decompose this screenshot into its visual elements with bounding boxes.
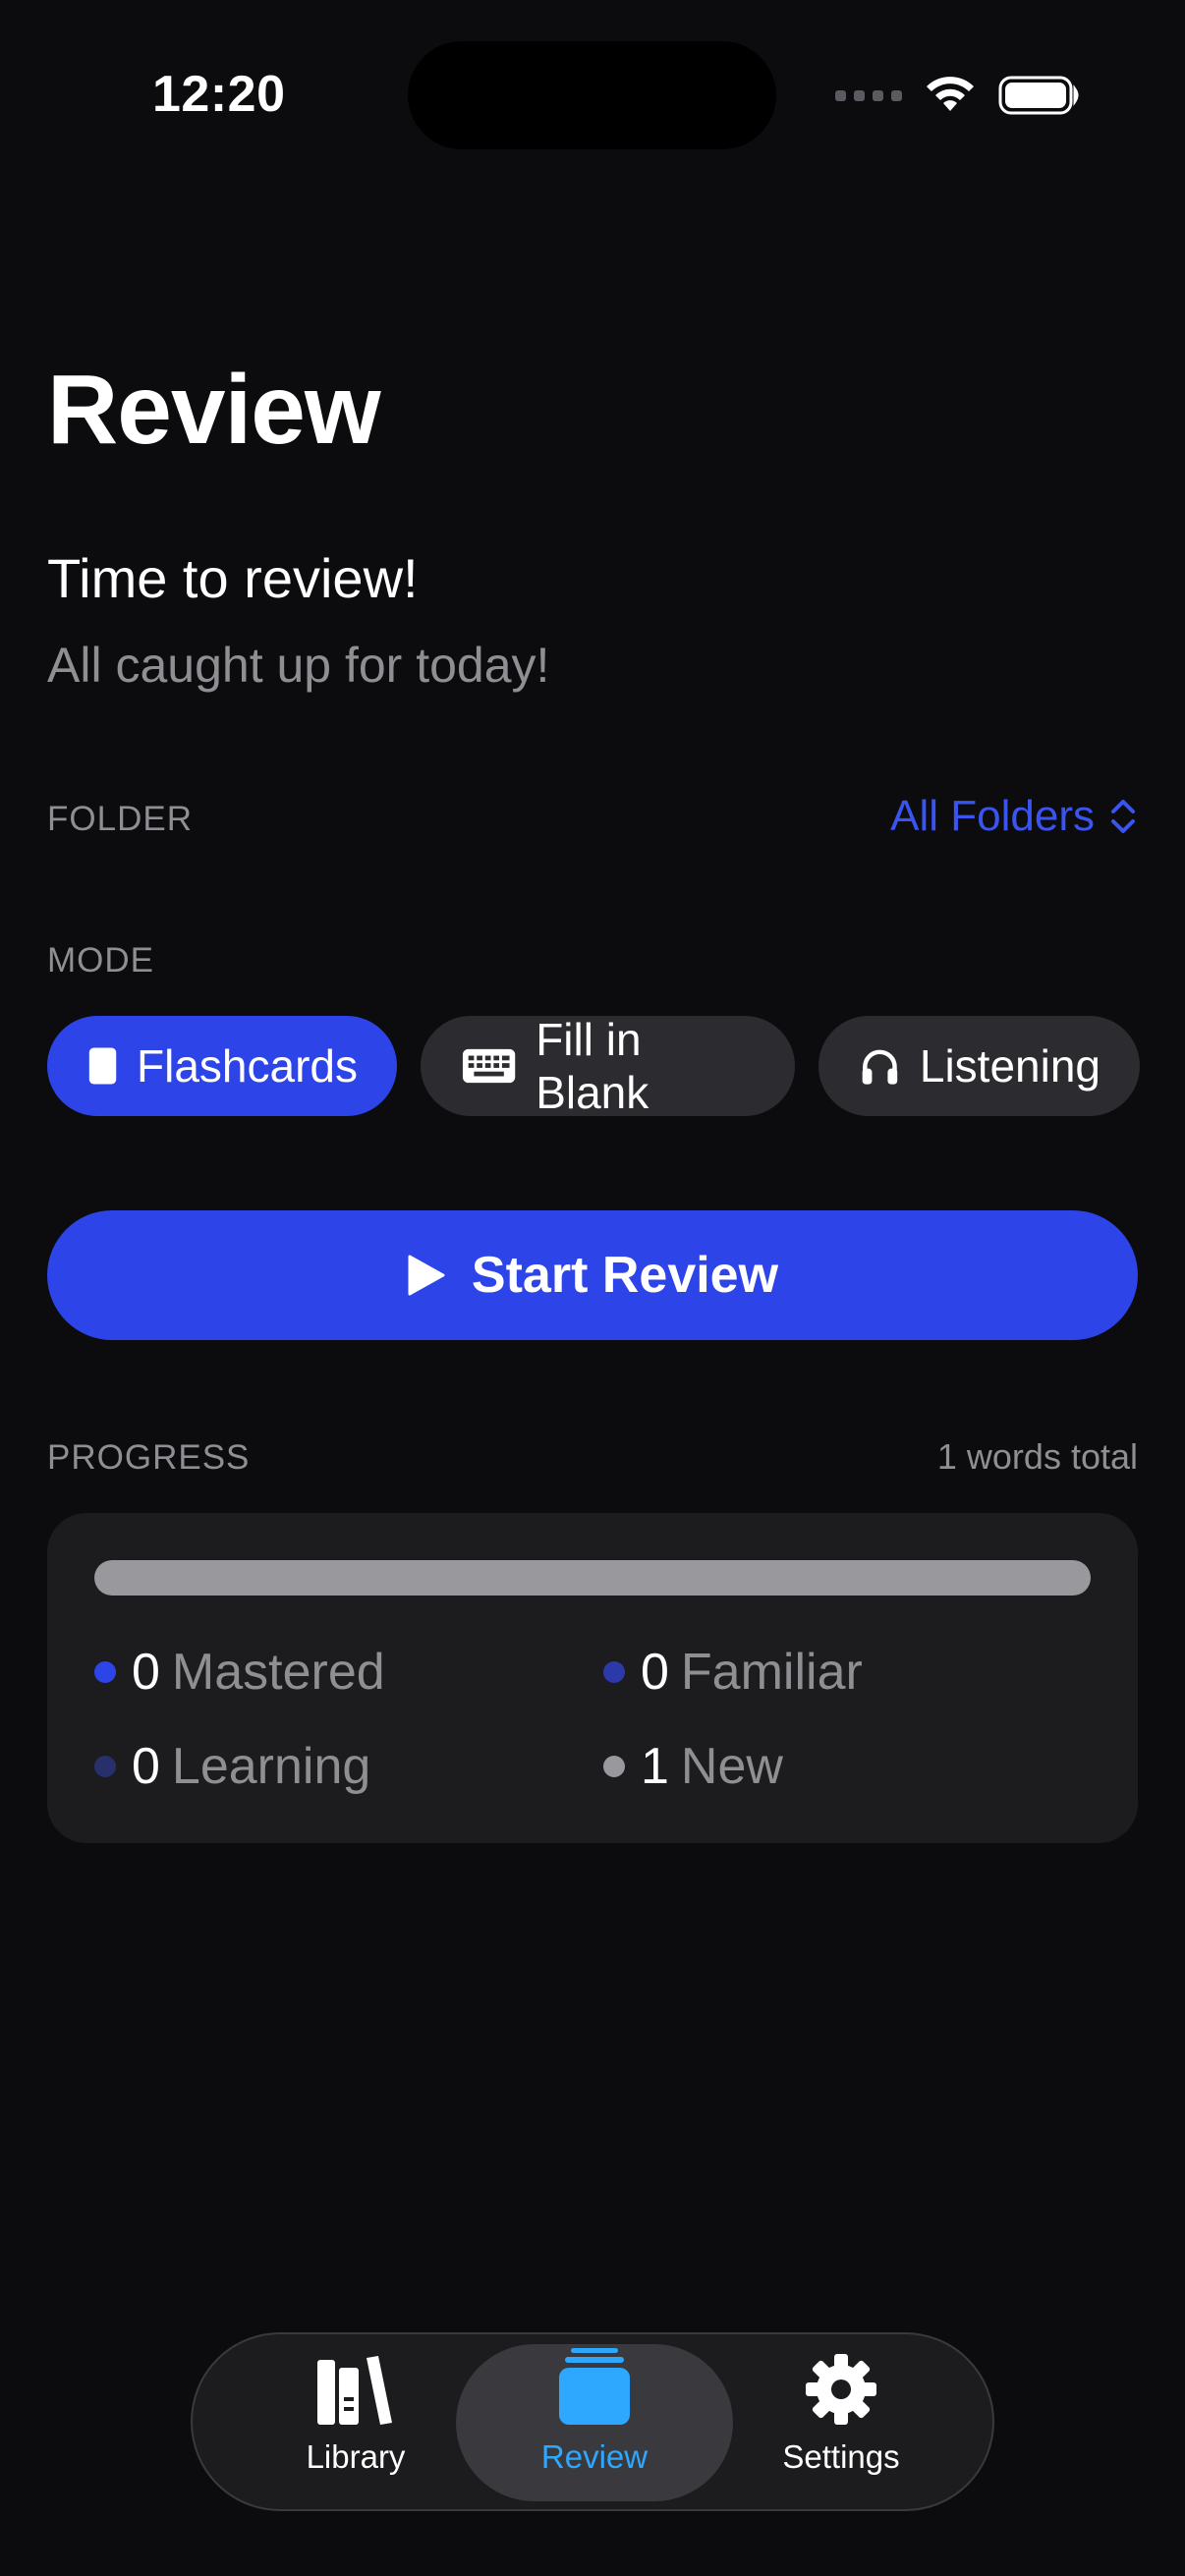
cellular-signal-icon [835,89,902,101]
progress-total: 1 words total [936,1436,1138,1477]
gear-icon [806,2354,876,2425]
progress-label: PROGRESS [47,1438,251,1477]
mode-chip-label: Fill in Blank [536,1014,649,1118]
dynamic-island [408,41,776,149]
chevron-up-down-icon [1111,800,1135,833]
folder-picker[interactable]: All Folders [890,792,1138,841]
page-title: Review [47,355,381,465]
review-screen: 12:20 Review Time to review! All caught … [0,0,1185,2576]
wifi-icon [927,77,974,111]
headphones-icon [862,1049,898,1085]
stat-new: 1 New [603,1737,783,1796]
mode-chip-label: Flashcards [137,1040,358,1092]
review-caption: All caught up for today! [47,638,550,693]
folder-label: FOLDER [47,800,193,838]
start-review-button[interactable]: Start Review [47,1210,1138,1340]
tab-label: Settings [782,2438,900,2475]
review-subtitle: Time to review! [47,547,419,609]
stat-dot [94,1661,116,1683]
progress-bar [94,1560,1091,1596]
stat-dot [603,1756,625,1777]
stat-count: 0 [641,1644,669,1701]
mode-chips: Flashcards Fill in Blank Listening [47,1014,1140,1118]
progress-card: 0 Mastered 0 Familiar 0 Learning 1 New [47,1513,1138,1843]
status-icons [835,69,1081,122]
mode-chip-listening[interactable]: Listening [818,1016,1140,1116]
stat-count: 0 [132,1644,160,1701]
tab-label: Review [540,2438,649,2475]
stat-mastered: 0 Mastered [94,1643,385,1702]
keyboard-icon [462,1048,516,1084]
tab-settings[interactable]: Settings [743,2344,939,2501]
tab-bar: Library Review Settings [191,2332,994,2511]
mode-chip-fill-in-blank[interactable]: Fill in Blank [421,1014,795,1118]
stat-learning: 0 Learning [94,1737,370,1796]
card-icon [88,1047,117,1085]
stat-count: 0 [132,1738,160,1795]
stat-label: Familiar [680,1644,863,1701]
stat-label: Mastered [171,1644,385,1701]
stat-label: New [680,1738,783,1795]
mode-chip-label: Listening [919,1040,1100,1092]
stat-label: Learning [171,1738,371,1795]
stat-count: 1 [641,1738,669,1795]
tab-library[interactable]: Library [252,2344,460,2501]
stack-icon [559,2348,630,2425]
status-time: 12:20 [152,66,286,123]
stat-familiar: 0 Familiar [603,1643,863,1702]
mode-label: MODE [47,941,154,980]
folder-picker-value: All Folders [890,792,1095,840]
start-review-label: Start Review [471,1247,779,1304]
mode-chip-flashcards[interactable]: Flashcards [47,1016,397,1116]
stat-dot [603,1661,625,1683]
tab-review[interactable]: Review [456,2344,733,2501]
stat-dot [94,1756,116,1777]
tab-label: Library [306,2438,406,2475]
books-icon [317,2356,392,2425]
play-icon [408,1255,445,1296]
battery-icon [998,76,1079,115]
